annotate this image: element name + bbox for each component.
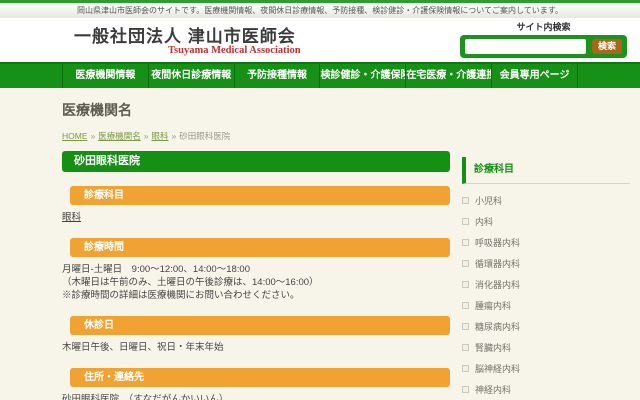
sidebar-item-diabetes[interactable]: 糖尿病内科 — [462, 316, 630, 337]
search-box: 検索 — [460, 35, 627, 58]
clinic-name-heading: 砂田眼科医院 — [62, 151, 450, 172]
sidebar-item-label: 糖尿病内科 — [475, 320, 520, 333]
content-area: 医療機関名 HOME»医療機関名»眼科»砂田眼科医院 砂田眼科医院 診療科目 眼… — [0, 88, 640, 400]
sidebar-item-label: 循環器内科 — [475, 257, 520, 270]
square-bullet-icon — [462, 239, 469, 246]
hours-disclaimer: ※診療時間の詳細は医療機関にお問い合わせください。 — [62, 289, 450, 302]
square-bullet-icon — [462, 323, 469, 330]
sidebar-item-internal-medicine[interactable]: 内科 — [462, 211, 630, 232]
nav-item-night-holiday-care[interactable]: 夜間休日診療情報 — [148, 64, 234, 88]
page-title: 医療機関名 — [62, 100, 630, 120]
sidebar-item-gastroenterology[interactable]: 消化器内科 — [462, 274, 630, 295]
breadcrumb-institutions[interactable]: 医療機関名 — [98, 131, 141, 141]
breadcrumb-separator: » — [91, 131, 96, 141]
sidebar-item-label: 小児科 — [475, 194, 502, 207]
search-label: サイト内検索 — [460, 20, 627, 33]
nav-item-home-care[interactable]: 在宅医療・介護連携 — [405, 64, 491, 88]
site-subtitle: Tsuyama Medical Association — [168, 45, 301, 56]
sidebar-item-nephrology[interactable]: 腎臓内科 — [462, 337, 630, 358]
sidebar-item-cardiology[interactable]: 循環器内科 — [462, 253, 630, 274]
sidebar-departments: 診療科目 小児科 内科 呼吸器内科 循環器内科 消化器内科 腫瘍内科 糖尿病内科… — [462, 157, 630, 400]
search-button[interactable]: 検索 — [592, 39, 622, 54]
site-notice: 岡山県津山市医師会のサイトです。医療機関情報、夜間休日診療情報、予防接種、検診健… — [0, 3, 640, 18]
sidebar-item-label: 内科 — [475, 215, 493, 228]
sidebar-item-label: 脳神経内科 — [475, 362, 520, 375]
sidebar-item-pediatrics[interactable]: 小児科 — [462, 190, 630, 211]
square-bullet-icon — [462, 386, 469, 393]
breadcrumb-ophthalmology[interactable]: 眼科 — [151, 131, 168, 141]
nav-item-checkup-insurance[interactable]: 検診健診・介護保険 — [319, 64, 405, 88]
square-bullet-icon — [462, 365, 469, 372]
section-heading-address: 住所・連絡先 — [70, 368, 450, 387]
breadcrumb: HOME»医療機関名»眼科»砂田眼科医院 — [62, 130, 630, 142]
breadcrumb-separator: » — [172, 131, 177, 141]
site-search: サイト内検索 検索 — [460, 20, 627, 58]
square-bullet-icon — [462, 302, 469, 309]
main-column: 砂田眼科医院 診療科目 眼科 診療時間 月曜日-土曜日 9:00～12:00、1… — [62, 151, 450, 400]
site-header: 一般社団法人 津山市医師会 Tsuyama Medical Associatio… — [0, 18, 640, 62]
square-bullet-icon — [462, 218, 469, 225]
clinic-name-kana: 砂田眼科医院 （すなだがんかいいん） — [62, 393, 450, 400]
nav-item-medical-institutions[interactable]: 医療機関情報 — [62, 64, 148, 88]
hours-line: 月曜日-土曜日 9:00～12:00、14:00～18:00 — [62, 263, 450, 276]
section-heading-hours: 診療時間 — [70, 238, 450, 257]
search-input[interactable] — [465, 39, 586, 54]
sidebar-title: 診療科目 — [462, 157, 630, 184]
sidebar-item-neurology-brain[interactable]: 脳神経内科 — [462, 358, 630, 379]
square-bullet-icon — [462, 281, 469, 288]
breadcrumb-home[interactable]: HOME — [62, 131, 88, 141]
section-heading-departments: 診療科目 — [70, 186, 450, 205]
breadcrumb-separator: » — [144, 131, 149, 141]
nav-item-members-page[interactable]: 会員専用ページ — [491, 64, 577, 88]
sidebar-item-oncology[interactable]: 腫瘍内科 — [462, 295, 630, 316]
department-link[interactable]: 眼科 — [62, 212, 81, 223]
hours-note: （木曜日は午前のみ、土曜日の午後診療は、14:00～16:00） — [62, 276, 450, 289]
nav-item-vaccination[interactable]: 予防接種情報 — [234, 64, 320, 88]
closed-days-line: 木曜日午後、日曜日、祝日・年末年始 — [62, 341, 450, 354]
section-heading-closed-days: 休診日 — [70, 316, 450, 335]
square-bullet-icon — [462, 260, 469, 267]
sidebar-item-label: 神経内科 — [475, 383, 511, 396]
sidebar-item-label: 腎臓内科 — [475, 341, 511, 354]
square-bullet-icon — [462, 344, 469, 351]
sidebar-item-label: 呼吸器内科 — [475, 236, 520, 249]
sidebar-item-respiratory[interactable]: 呼吸器内科 — [462, 232, 630, 253]
sidebar-item-label: 腫瘍内科 — [475, 299, 511, 312]
sidebar-item-label: 消化器内科 — [475, 278, 520, 291]
sidebar-item-neurology[interactable]: 神経内科 — [462, 379, 630, 400]
breadcrumb-current: 砂田眼科医院 — [179, 131, 230, 141]
square-bullet-icon — [462, 197, 469, 204]
main-nav: 医療機関情報 夜間休日診療情報 予防接種情報 検診健診・介護保険 在宅医療・介護… — [0, 62, 640, 88]
site-title: 一般社団法人 津山市医師会 — [74, 22, 296, 47]
